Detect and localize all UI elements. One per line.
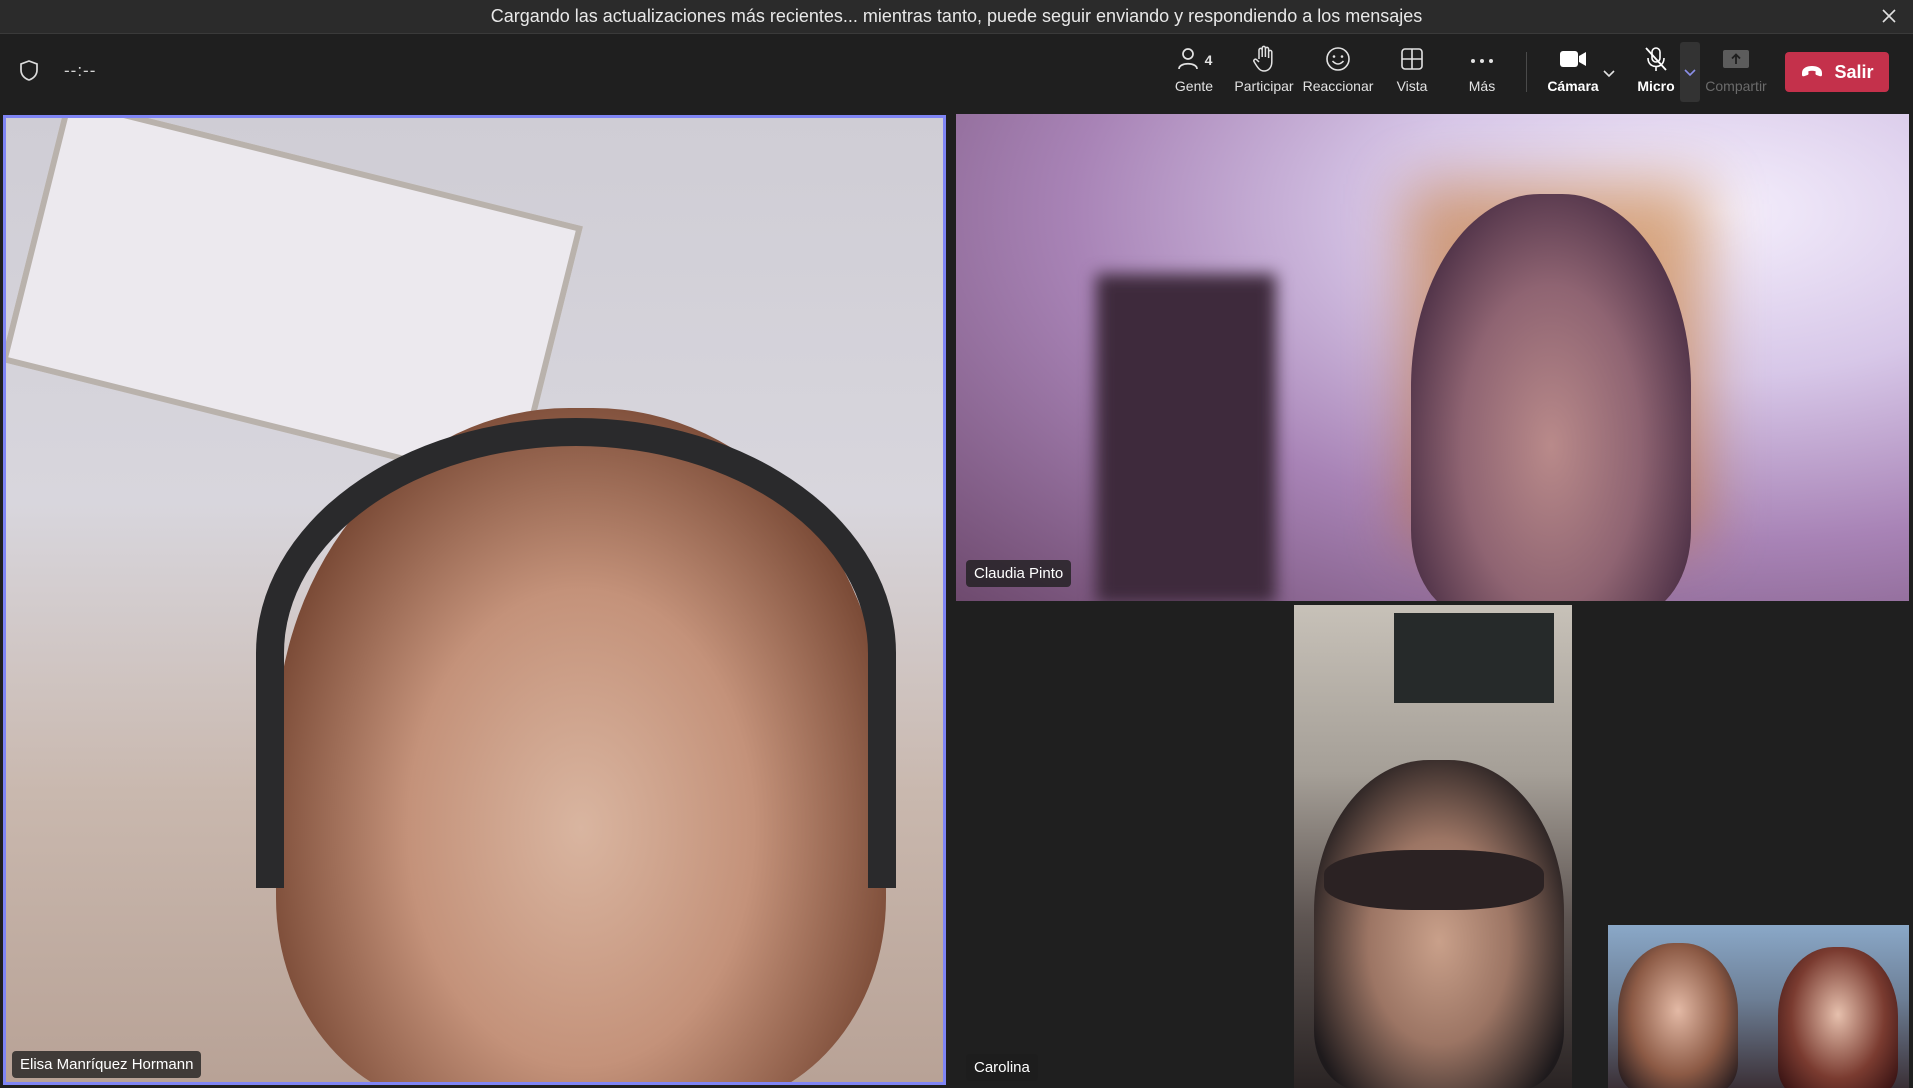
hand-icon <box>1251 45 1277 76</box>
leave-label: Salir <box>1834 61 1874 82</box>
participant-video <box>1778 947 1898 1088</box>
background-poster <box>1394 613 1554 703</box>
participant-video <box>1411 194 1691 601</box>
smiley-icon <box>1325 46 1351 75</box>
name-tag-elisa: Elisa Manríquez Hormann <box>12 1051 202 1078</box>
leave-button[interactable]: Salir <box>1785 52 1889 92</box>
react-label: Reaccionar <box>1302 78 1374 94</box>
participant-video <box>1618 943 1738 1088</box>
phone-hangup-icon <box>1800 62 1824 83</box>
raise-hand-label: Participar <box>1234 78 1294 94</box>
view-label: Vista <box>1396 78 1428 94</box>
share-tray-icon <box>1722 48 1750 73</box>
video-tile-claudia[interactable]: Claudia Pinto <box>956 114 1909 601</box>
video-tile-elisa[interactable]: Elisa Manríquez Hormann <box>3 115 946 1085</box>
background-chair <box>1096 274 1276 601</box>
camera-button[interactable]: Cámara <box>1544 44 1602 104</box>
shield-icon[interactable] <box>18 59 40 83</box>
people-label: Gente <box>1174 78 1214 94</box>
video-camera-icon <box>1559 49 1587 72</box>
camera-options-chevron-down-icon[interactable] <box>1600 64 1618 82</box>
people-button[interactable]: 4 Gente <box>1170 44 1218 104</box>
video-tile-carolina[interactable] <box>1294 605 1572 1088</box>
headphones <box>256 418 896 888</box>
name-tag-claudia: Claudia Pinto <box>966 560 1072 587</box>
view-button[interactable]: Vista <box>1392 44 1432 104</box>
people-icon <box>1176 46 1202 75</box>
mic-muted-icon <box>1643 45 1669 76</box>
banner-message: Cargando las actualizaciones más recient… <box>490 6 1423 26</box>
mic-options-button[interactable] <box>1680 42 1700 102</box>
ellipsis-icon <box>1470 52 1494 68</box>
mic-button[interactable]: Micro <box>1634 44 1678 104</box>
react-button[interactable]: Reaccionar <box>1302 44 1374 104</box>
meeting-toolbar: --:-- 4 Gente Participar Reaccionar Vist… <box>0 34 1913 112</box>
close-icon[interactable] <box>1877 4 1901 28</box>
raise-hand-button[interactable]: Participar <box>1232 44 1296 104</box>
camera-label: Cámara <box>1547 78 1599 94</box>
people-count: 4 <box>1204 52 1213 68</box>
update-banner: Cargando las actualizaciones más recient… <box>0 0 1913 34</box>
mic-label: Micro <box>1637 78 1675 94</box>
grid-icon <box>1400 47 1424 74</box>
share-label: Compartir <box>1705 78 1767 94</box>
more-button[interactable]: Más <box>1462 44 1502 104</box>
sunglasses <box>1324 850 1544 910</box>
participant-video <box>1314 760 1564 1088</box>
name-tag-carolina: Carolina <box>966 1054 1038 1081</box>
share-button[interactable]: Compartir <box>1704 44 1768 104</box>
chevron-down-icon <box>1684 69 1696 77</box>
toolbar-divider <box>1526 52 1527 92</box>
more-label: Más <box>1468 78 1496 94</box>
self-view-video[interactable] <box>1608 925 1909 1088</box>
meeting-timer: --:-- <box>64 61 97 80</box>
